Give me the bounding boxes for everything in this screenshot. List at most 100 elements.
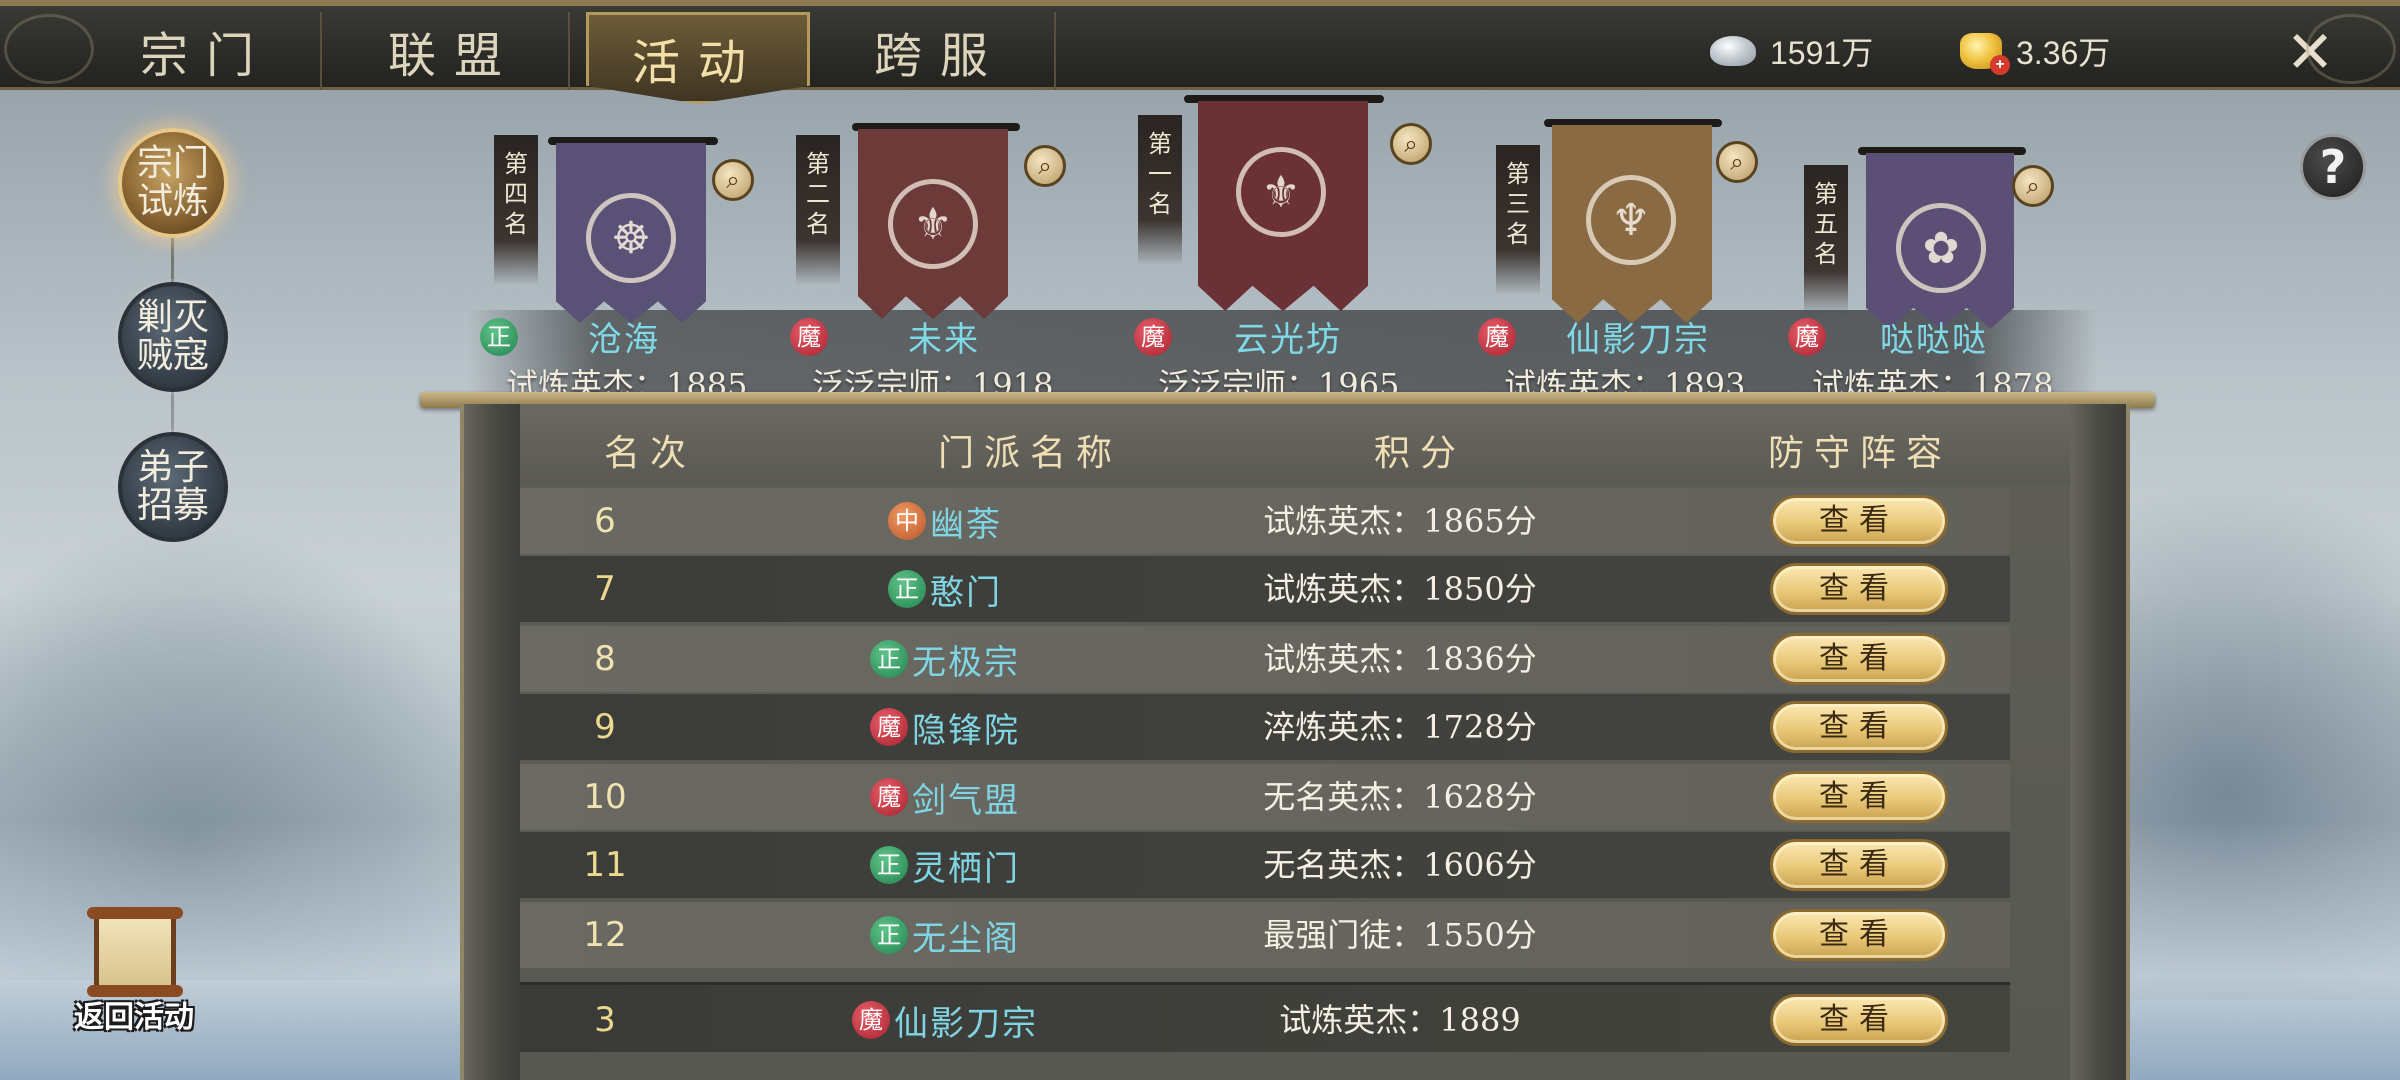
help-icon[interactable]: ? [2300,134,2366,200]
cloud-ornament-icon [2306,14,2396,84]
tab-alliance[interactable]: 联盟 [340,12,570,90]
magnify-icon[interactable]: ⌕ [1024,145,1066,187]
sect-emblem-icon: ⚜ [1236,147,1326,237]
faction-badge: 魔 [790,317,828,356]
faction-badge: 魔 [870,708,908,746]
magnify-icon[interactable]: ⌕ [712,159,754,201]
sect-flag: ⚜ [858,129,1008,319]
view-lineup-button[interactable]: 查看 [1770,701,1948,753]
sect-flag: ♆ [1552,125,1712,323]
row-rank: 11 [583,845,627,885]
row-score: 最强门徒：1550分 [1263,916,1537,954]
row-sect: 魔 剑气盟 [780,764,1110,830]
faction-badge: 正 [888,570,926,608]
row-sect: 正 无极宗 [780,626,1110,692]
sect-name: 沧海 [588,320,660,360]
row-score: 无名英杰：1606分 [1263,846,1537,884]
tab-cross-server[interactable]: 跨服 [826,12,1056,90]
sect-name: 哒哒哒 [1880,320,1988,360]
side-menu-sect-trial[interactable]: 宗门试炼 [118,128,228,238]
view-lineup-button[interactable]: 查看 [1770,994,1948,1046]
row-rank: 10 [583,777,627,817]
row-rank: 12 [583,915,627,955]
faction-badge: 魔 [1788,317,1826,356]
faction-badge: 魔 [870,778,908,816]
table-row: 9 魔 隐锋院 淬炼英杰：1728分 查看 [520,694,2010,760]
tab-activity[interactable]: 活动 [586,12,810,104]
sect-name: 未来 [908,320,980,360]
view-lineup-button[interactable]: 查看 [1770,909,1948,961]
sect-name: 仙影刀宗 [894,1003,1038,1044]
rank-tag: 第四名 [494,135,538,285]
banner-name-row: 魔 未来 [790,312,980,361]
magnify-icon[interactable]: ⌕ [1390,123,1432,165]
sect-name: 幽荼 [930,504,1002,545]
gold-ingot-icon: + [1960,33,2010,75]
row-sect: 魔 隐锋院 [780,694,1110,760]
table-row: 10 魔 剑气盟 无名英杰：1628分 查看 [520,764,2010,830]
gold-currency[interactable]: + 3.36万 [1960,28,2110,75]
row-score: 无名英杰：1628分 [1263,778,1537,816]
row-rank: 7 [594,569,616,609]
column-score: 积分 [1373,433,1466,474]
ranking-table: 名次 门派名称 积分 防守阵容 6 中 幽荼 试炼英杰：1865分 查看 7 正… [520,404,2070,1080]
silver-amount: 1591万 [1770,35,1874,71]
sect-name: 无极宗 [912,642,1020,683]
banner-name-row: 正 沧海 [480,312,660,361]
magnify-icon[interactable]: ⌕ [1716,141,1758,183]
table-row: 7 正 憨门 试炼英杰：1850分 查看 [520,556,2010,622]
sect-name: 云光坊 [1234,320,1342,360]
sect-name: 无尘阁 [912,918,1020,959]
sect-name: 隐锋院 [912,710,1020,751]
sect-emblem-icon: ✿ [1896,203,1986,293]
row-sect: 正 灵栖门 [780,832,1110,898]
column-rank: 名次 [603,433,696,474]
table-row: 11 正 灵栖门 无名英杰：1606分 查看 [520,832,2010,898]
sect-emblem-icon: ♆ [1586,175,1676,265]
return-label: 返回活动 [74,1000,194,1035]
faction-badge: 正 [480,317,518,356]
column-defense: 防守阵容 [1767,433,1952,474]
view-lineup-button[interactable]: 查看 [1770,633,1948,685]
magnify-icon[interactable]: ⌕ [2012,165,2054,207]
sect-name: 仙影刀宗 [1566,320,1710,360]
row-score: 试炼英杰：1850分 [1263,570,1537,608]
faction-badge: 正 [870,916,908,954]
table-row: 6 中 幽荼 试炼英杰：1865分 查看 [520,488,2010,554]
banner-name-row: 魔 哒哒哒 [1788,312,1988,361]
rank-tag: 第三名 [1496,145,1540,295]
scroll-edge-right [2070,404,2130,1080]
row-score: 淬炼英杰：1728分 [1263,708,1537,746]
top-navigation-bar: 宗门 联盟 活动 跨服 1591万 + 3.36万 ✕ [0,0,2400,104]
side-menu-label: 剿灭贼寇 [136,297,209,376]
row-score: 试炼英杰：1836分 [1263,640,1537,678]
sect-emblem-icon: ⚜ [888,179,978,269]
row-rank: 8 [594,639,616,679]
column-sect-name: 门派名称 [937,433,1122,474]
row-rank: 6 [594,501,616,541]
silver-ingot-icon [1710,36,1756,66]
sect-flag: ☸ [556,143,706,323]
side-menu-bandits[interactable]: 剿灭贼寇 [118,282,228,392]
view-lineup-button[interactable]: 查看 [1770,839,1948,891]
row-rank: 3 [594,1000,616,1040]
tab-sect[interactable]: 宗门 [92,12,322,90]
view-lineup-button[interactable]: 查看 [1770,563,1948,615]
scroll-icon [87,907,183,997]
view-lineup-button[interactable]: 查看 [1770,495,1948,547]
cloud-ornament-icon [4,14,94,84]
sect-flag: ⚜ [1198,101,1368,311]
side-menu-recruit[interactable]: 弟子招募 [118,432,228,542]
table-header: 名次 门派名称 积分 防守阵容 [520,404,2070,484]
row-sect: 正 无尘阁 [780,902,1110,968]
row-sect: 中 幽荼 [780,488,1110,554]
faction-badge: 正 [870,640,908,678]
add-gold-icon[interactable]: + [1990,55,2010,75]
view-lineup-button[interactable]: 查看 [1770,771,1948,823]
side-menu-label: 宗门试炼 [136,143,209,222]
sect-emblem-icon: ☸ [586,193,676,283]
faction-badge: 魔 [1478,317,1516,356]
banner-name-row: 魔 云光坊 [1134,312,1342,361]
return-activity-button[interactable]: 返回活动 [54,907,214,1035]
rank-tag: 第二名 [796,135,840,285]
